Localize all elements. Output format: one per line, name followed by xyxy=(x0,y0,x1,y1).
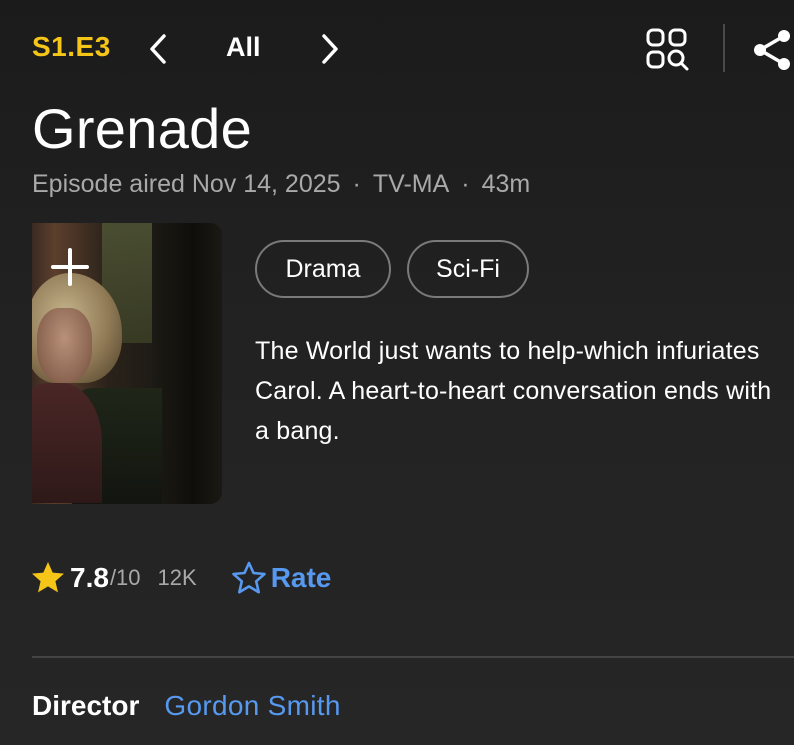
genre-chip-drama[interactable]: Drama xyxy=(255,240,391,298)
episode-navigation-bar: S1.E3 All xyxy=(0,0,794,96)
star-outline-icon xyxy=(231,561,266,594)
poster-figure-face xyxy=(37,308,92,383)
episode-code: S1.E3 xyxy=(32,31,111,62)
plus-icon[interactable] xyxy=(48,245,92,289)
toolbar-divider xyxy=(723,24,725,72)
rating-row: 7.8 /10 12K Rate xyxy=(30,556,331,600)
content-rating: TV-MA xyxy=(372,170,450,198)
air-date: Episode aired Nov 14, 2025 xyxy=(32,170,341,198)
rating-score: 7.8 xyxy=(70,562,109,593)
star-icon xyxy=(32,562,64,593)
director-link[interactable]: Gordon Smith xyxy=(164,690,340,722)
chevron-left-icon[interactable] xyxy=(146,32,172,66)
episode-poster[interactable] xyxy=(32,223,222,504)
meta-separator: · xyxy=(461,170,470,198)
meta-separator: · xyxy=(352,170,361,198)
rate-button[interactable]: Rate xyxy=(231,560,332,596)
episode-title: Grenade xyxy=(32,97,253,160)
director-credit: Director Gordon Smith xyxy=(32,690,341,722)
chevron-right-icon[interactable] xyxy=(316,32,342,66)
grid-search-icon[interactable] xyxy=(645,27,691,73)
runtime: 43m xyxy=(481,170,531,198)
genre-chip-sci-fi[interactable]: Sci-Fi xyxy=(407,240,529,298)
episode-meta: Episode aired Nov 14, 2025 · TV-MA · 43m xyxy=(32,170,530,199)
poster-curtain xyxy=(152,223,222,504)
all-episodes-link[interactable]: All xyxy=(226,32,261,63)
rating-scale: /10 xyxy=(109,565,141,590)
director-label: Director xyxy=(32,690,140,721)
share-icon[interactable] xyxy=(750,28,794,72)
vote-count: 12K xyxy=(157,565,197,590)
rate-label: Rate xyxy=(270,562,332,593)
section-divider xyxy=(32,656,794,658)
plot-summary: The World just wants to help-which infur… xyxy=(255,337,772,445)
